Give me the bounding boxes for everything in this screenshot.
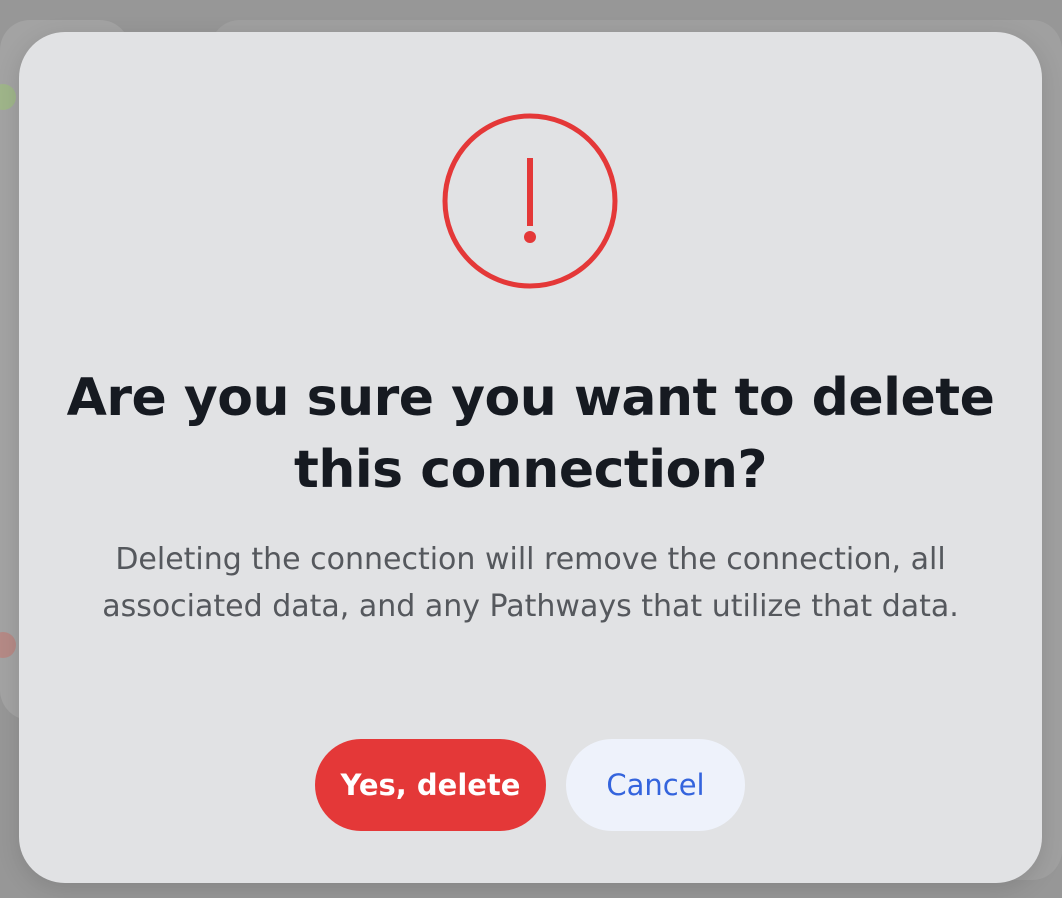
- confirm-delete-button[interactable]: Yes, delete: [315, 739, 546, 831]
- dialog-description: Deleting the connection will remove the …: [102, 542, 959, 624]
- delete-connection-dialog: Are you sure you want to delete this con…: [19, 32, 1042, 883]
- cancel-button[interactable]: Cancel: [566, 739, 745, 831]
- dialog-title: Are you sure you want to delete this con…: [66, 368, 995, 500]
- exclamation-circle-icon: [442, 113, 618, 289]
